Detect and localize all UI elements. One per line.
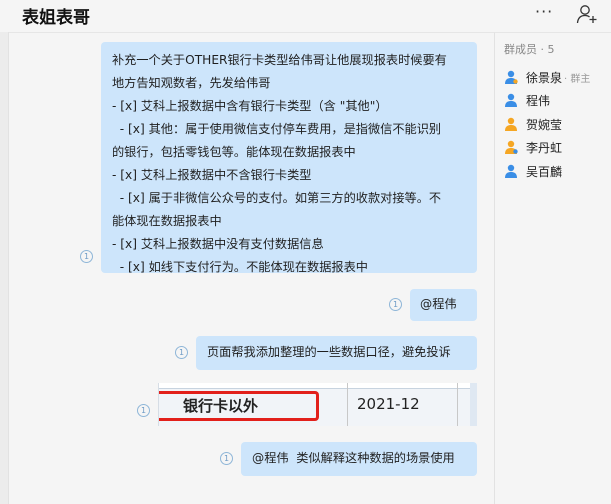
- chat-title: 表姐表哥: [22, 8, 90, 28]
- member-panel: 群成员 · 5 徐景泉 · 群主 程伟 贺婉莹 李丹虹 吴百麟: [494, 32, 611, 504]
- image-table-header: [159, 383, 477, 389]
- add-member-icon[interactable]: [576, 4, 598, 24]
- read-receipt-icon[interactable]: 1: [389, 298, 402, 311]
- message-bubble[interactable]: @程伟: [410, 289, 477, 321]
- member-count-heading: 群成员 · 5: [504, 43, 555, 56]
- table-edge: [470, 383, 477, 426]
- image-message[interactable]: 银行卡以外 2021-12: [158, 383, 477, 426]
- read-receipt-icon[interactable]: 1: [175, 346, 188, 359]
- read-receipt-icon[interactable]: 1: [80, 250, 93, 263]
- owner-badge: · 群主: [564, 73, 591, 85]
- message-line: - [x] 属于非微信公众号的支付。如第三方的收款对接等。不: [112, 191, 442, 205]
- message-line: 的银行，包括零钱包等。能体现在数据报表中: [112, 145, 356, 159]
- member-item[interactable]: 徐景泉 · 群主: [504, 67, 590, 87]
- member-item[interactable]: 李丹虹: [504, 137, 562, 157]
- read-receipt-icon[interactable]: 1: [220, 452, 233, 465]
- member-item[interactable]: 吴百麟: [504, 161, 562, 181]
- member-name: 吴百麟: [526, 164, 563, 179]
- user-icon: [505, 70, 518, 84]
- message-bubble[interactable]: 页面帮我添加整理的一些数据口径，避免投诉: [196, 336, 477, 370]
- chat-header: 表姐表哥 ···: [0, 0, 611, 32]
- read-receipt-icon[interactable]: 1: [137, 404, 150, 417]
- message-bubble[interactable]: @程伟 类似解释这种数据的场景使用: [241, 442, 477, 476]
- member-name: 徐景泉: [526, 70, 563, 85]
- sidebar-edge: [0, 32, 9, 504]
- member-item[interactable]: 程伟: [504, 90, 550, 110]
- message-line: - [x] 其他：属于使用微信支付停车费用，是指微信不能识别: [112, 122, 442, 136]
- message-text: 页面帮我添加整理的一些数据口径，避免投诉: [207, 345, 451, 359]
- message-line: 能体现在数据报表中: [112, 214, 222, 228]
- user-icon: [505, 140, 518, 154]
- member-name: 李丹虹: [526, 140, 563, 155]
- message-line: - [x] 艾科上报数据中不含银行卡类型: [112, 168, 312, 182]
- message-line: 补充一个关于OTHER银行卡类型给伟哥让他展现报表时候要有: [112, 53, 447, 67]
- table-cell: 2021-12: [357, 395, 420, 413]
- member-name: 程伟: [526, 93, 551, 108]
- message-line: - [x] 艾科上报数据中没有支付数据信息: [112, 237, 324, 251]
- message-line: 地方告知观数者，先发给伟哥: [112, 76, 271, 90]
- table-divider: [347, 383, 348, 426]
- table-divider: [457, 383, 458, 426]
- message-text: @程伟 类似解释这种数据的场景使用: [252, 451, 455, 465]
- member-item[interactable]: 贺婉莹: [504, 114, 562, 134]
- member-name: 贺婉莹: [526, 117, 563, 132]
- message-line: - [x] 如线下支付行为。不能体现在数据报表中: [112, 260, 368, 274]
- user-icon: [505, 164, 517, 178]
- message-bubble[interactable]: 补充一个关于OTHER银行卡类型给伟哥让他展现报表时候要有 地方告知观数者，先发…: [101, 42, 477, 274]
- user-icon: [505, 117, 517, 131]
- table-cell: 银行卡以外: [183, 397, 259, 415]
- message-text: @程伟: [420, 297, 457, 311]
- more-options-icon[interactable]: ···: [535, 2, 553, 21]
- message-line: - [x] 艾科上报数据中含有银行卡类型（含 "其他"）: [112, 99, 388, 113]
- user-icon: [505, 93, 517, 107]
